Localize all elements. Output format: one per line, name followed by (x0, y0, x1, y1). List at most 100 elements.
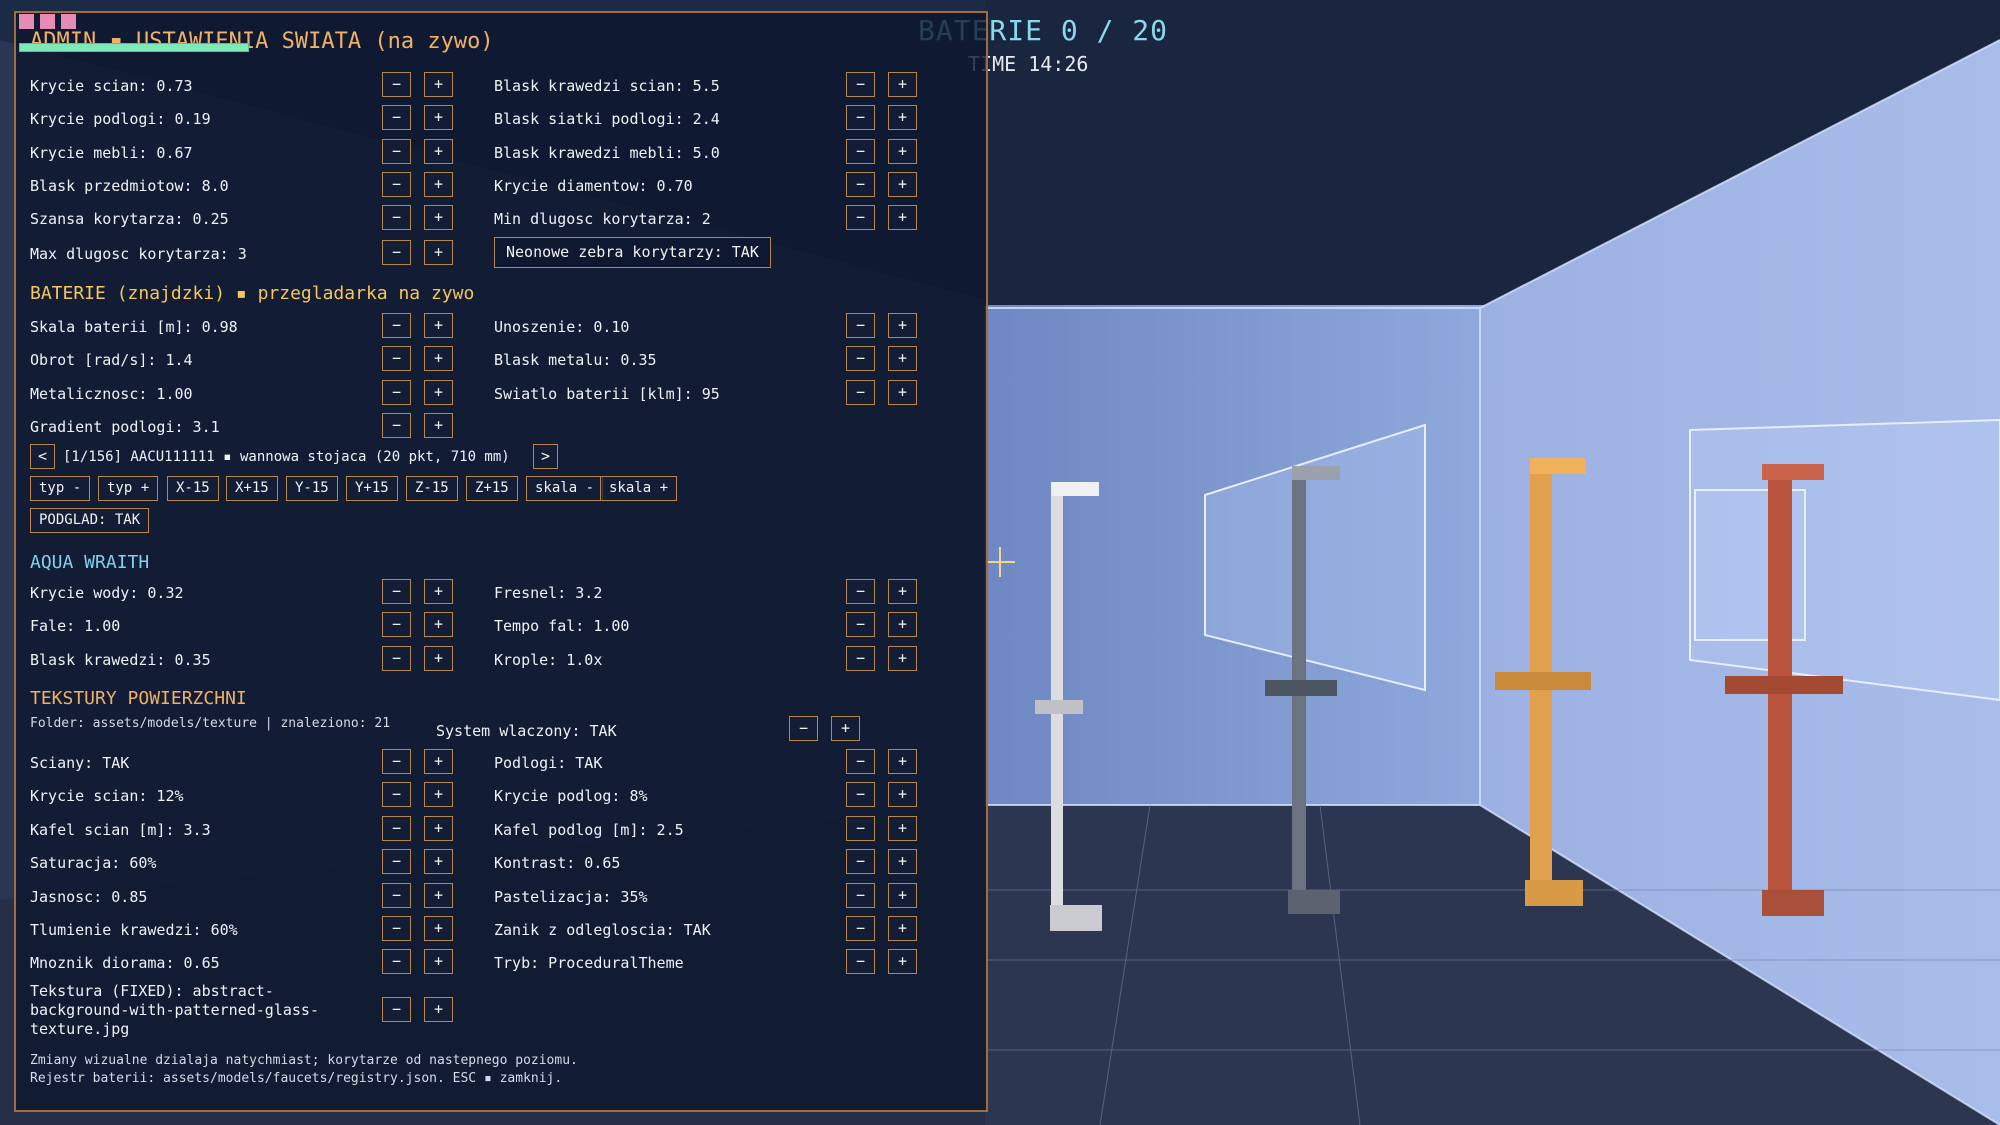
increase-button[interactable]: + (424, 313, 453, 338)
decrease-button[interactable]: − (846, 379, 875, 405)
increase-button[interactable]: + (424, 105, 453, 130)
increase-button[interactable]: + (888, 105, 917, 130)
battery-tool-button[interactable]: skala - (526, 476, 604, 501)
decrease-button[interactable]: − (382, 139, 411, 164)
decrease-button[interactable]: − (382, 313, 411, 338)
fixed-texture-plus-button[interactable]: + (424, 997, 453, 1022)
decrease-button[interactable]: − (382, 579, 411, 604)
increase-button[interactable]: + (888, 346, 917, 372)
increase-button[interactable]: + (888, 749, 917, 774)
battery-tool-button[interactable]: X-15 (167, 476, 219, 501)
increase-button[interactable]: + (888, 849, 917, 875)
increase-button[interactable]: + (424, 139, 453, 164)
increase-button[interactable]: + (424, 749, 453, 774)
decrease-button[interactable]: − (846, 72, 875, 97)
preview-toggle[interactable]: PODGLAD: TAK (30, 508, 150, 533)
decrease-button[interactable]: − (846, 645, 875, 671)
increase-button[interactable]: + (888, 313, 917, 338)
decrease-button[interactable]: − (846, 949, 875, 975)
texture-system-minus-button[interactable]: − (789, 716, 818, 741)
decrease-button[interactable]: − (382, 612, 411, 638)
decrease-button[interactable]: − (846, 205, 875, 230)
texture-system-plus-button[interactable]: + (831, 716, 860, 741)
decrease-button[interactable]: − (846, 815, 875, 841)
increase-button[interactable]: + (424, 782, 453, 808)
decrease-button[interactable]: − (846, 105, 875, 130)
decrease-button[interactable]: − (382, 172, 411, 197)
increase-button[interactable]: + (424, 849, 453, 875)
decrease-button[interactable]: − (846, 749, 875, 774)
increase-button[interactable]: + (424, 815, 453, 841)
increase-button[interactable]: + (888, 379, 917, 405)
battery-tool-button[interactable]: Z-15 (406, 476, 458, 501)
decrease-button[interactable]: − (846, 782, 875, 808)
increase-button[interactable]: + (424, 172, 453, 197)
increase-button[interactable]: + (424, 949, 453, 975)
decrease-button[interactable]: − (382, 379, 411, 405)
increase-button[interactable]: + (888, 949, 917, 975)
fixed-texture-minus-button[interactable]: − (382, 997, 411, 1022)
decrease-button[interactable]: − (846, 172, 875, 197)
increase-button[interactable]: + (888, 139, 917, 164)
decrease-button[interactable]: − (846, 916, 875, 941)
battery-tool-button[interactable]: Y-15 (286, 476, 338, 501)
increase-button[interactable]: + (888, 172, 917, 197)
decrease-button[interactable]: − (846, 849, 875, 875)
increase-button[interactable]: + (888, 205, 917, 230)
battery-tool-button[interactable]: typ - (30, 476, 91, 501)
increase-button[interactable]: + (424, 240, 453, 265)
battery-tool-button[interactable]: Y+15 (346, 476, 398, 501)
increase-button[interactable]: + (424, 579, 453, 604)
decrease-button[interactable]: − (382, 105, 411, 130)
decrease-button[interactable]: − (382, 916, 411, 941)
window-button-2[interactable] (40, 14, 55, 29)
neon-corridor-toggle[interactable]: Neonowe zebra korytarzy: TAK (494, 237, 771, 268)
battery-tool-button[interactable]: X+15 (226, 476, 278, 501)
setting-label: Blask przedmiotow: 8.0 (30, 177, 229, 195)
battery-next-button[interactable]: > (533, 444, 558, 469)
increase-button[interactable]: + (888, 782, 917, 808)
decrease-button[interactable]: − (846, 139, 875, 164)
increase-button[interactable]: + (888, 916, 917, 941)
increase-button[interactable]: + (424, 72, 453, 97)
decrease-button[interactable]: − (382, 849, 411, 875)
setting-label: Szansa korytarza: 0.25 (30, 210, 229, 228)
decrease-button[interactable]: − (382, 949, 411, 975)
window-button-3[interactable] (61, 14, 76, 29)
increase-button[interactable]: + (888, 612, 917, 638)
increase-button[interactable]: + (888, 72, 917, 97)
decrease-button[interactable]: − (382, 346, 411, 372)
decrease-button[interactable]: − (846, 346, 875, 372)
increase-button[interactable]: + (888, 882, 917, 908)
increase-button[interactable]: + (424, 346, 453, 372)
battery-prev-button[interactable]: < (30, 444, 55, 469)
decrease-button[interactable]: − (382, 815, 411, 841)
increase-button[interactable]: + (424, 379, 453, 405)
increase-button[interactable]: + (424, 205, 453, 230)
decrease-button[interactable]: − (846, 882, 875, 908)
decrease-button[interactable]: − (382, 205, 411, 230)
increase-button[interactable]: + (888, 645, 917, 671)
increase-button[interactable]: + (424, 916, 453, 941)
increase-button[interactable]: + (888, 815, 917, 841)
decrease-button[interactable]: − (382, 749, 411, 774)
decrease-button[interactable]: − (382, 882, 411, 908)
setting-label: Swiatlo baterii [klm]: 95 (494, 384, 720, 403)
decrease-button[interactable]: − (382, 240, 411, 265)
decrease-button[interactable]: − (382, 413, 411, 439)
increase-button[interactable]: + (424, 882, 453, 908)
decrease-button[interactable]: − (846, 313, 875, 338)
battery-tool-button[interactable]: Z+15 (466, 476, 518, 501)
decrease-button[interactable]: − (846, 579, 875, 604)
battery-tool-button[interactable]: typ + (98, 476, 159, 501)
increase-button[interactable]: + (424, 413, 453, 439)
increase-button[interactable]: + (888, 579, 917, 604)
decrease-button[interactable]: − (846, 612, 875, 638)
decrease-button[interactable]: − (382, 645, 411, 671)
decrease-button[interactable]: − (382, 72, 411, 97)
decrease-button[interactable]: − (382, 782, 411, 808)
increase-button[interactable]: + (424, 645, 453, 671)
window-button-1[interactable] (19, 14, 34, 29)
increase-button[interactable]: + (424, 612, 453, 638)
battery-tool-button[interactable]: skala + (600, 476, 678, 501)
